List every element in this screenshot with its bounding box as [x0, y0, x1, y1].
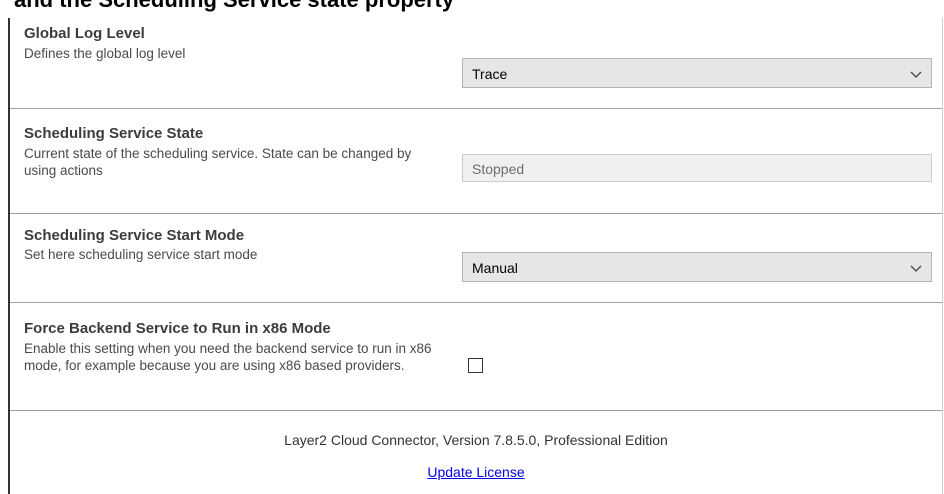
scheduling-service-state-description: Current state of the scheduling service.… [24, 146, 412, 178]
section-divider [10, 410, 942, 411]
section-divider [10, 302, 942, 303]
scheduling-start-mode-description: Set here scheduling service start mode [24, 247, 258, 262]
scheduling-service-state-value: Stopped [472, 161, 525, 177]
chevron-down-icon [910, 71, 922, 78]
version-info: Layer2 Cloud Connector, Version 7.8.5.0,… [284, 432, 668, 448]
global-log-level-value: Trace [472, 66, 508, 82]
settings-panel: Global Log Level Defines the global log … [8, 18, 943, 494]
update-license-container: Update License [10, 464, 942, 480]
global-log-level-description: Defines the global log level [24, 46, 186, 61]
partial-heading-text: and the Scheduling Service state propert… [14, 0, 454, 13]
scheduling-start-mode-dropdown[interactable]: Manual [462, 252, 932, 282]
partial-heading: and the Scheduling Service state propert… [0, 0, 944, 18]
global-log-level-title: Global Log Level [24, 25, 145, 42]
force-x86-checkbox[interactable] [468, 358, 483, 373]
force-x86-title: Force Backend Service to Run in x86 Mode [24, 320, 331, 337]
section-divider [10, 213, 942, 214]
scheduling-service-state-title: Scheduling Service State [24, 125, 204, 142]
scheduling-start-mode-title: Scheduling Service Start Mode [24, 227, 245, 244]
scheduling-service-state-field: Stopped [462, 154, 932, 182]
section-divider [10, 108, 942, 109]
scheduling-start-mode-value: Manual [472, 260, 518, 276]
update-license-link[interactable]: Update License [427, 464, 524, 480]
global-log-level-dropdown[interactable]: Trace [462, 58, 932, 88]
chevron-down-icon [910, 265, 922, 272]
force-x86-description: Enable this setting when you need the ba… [24, 341, 432, 373]
